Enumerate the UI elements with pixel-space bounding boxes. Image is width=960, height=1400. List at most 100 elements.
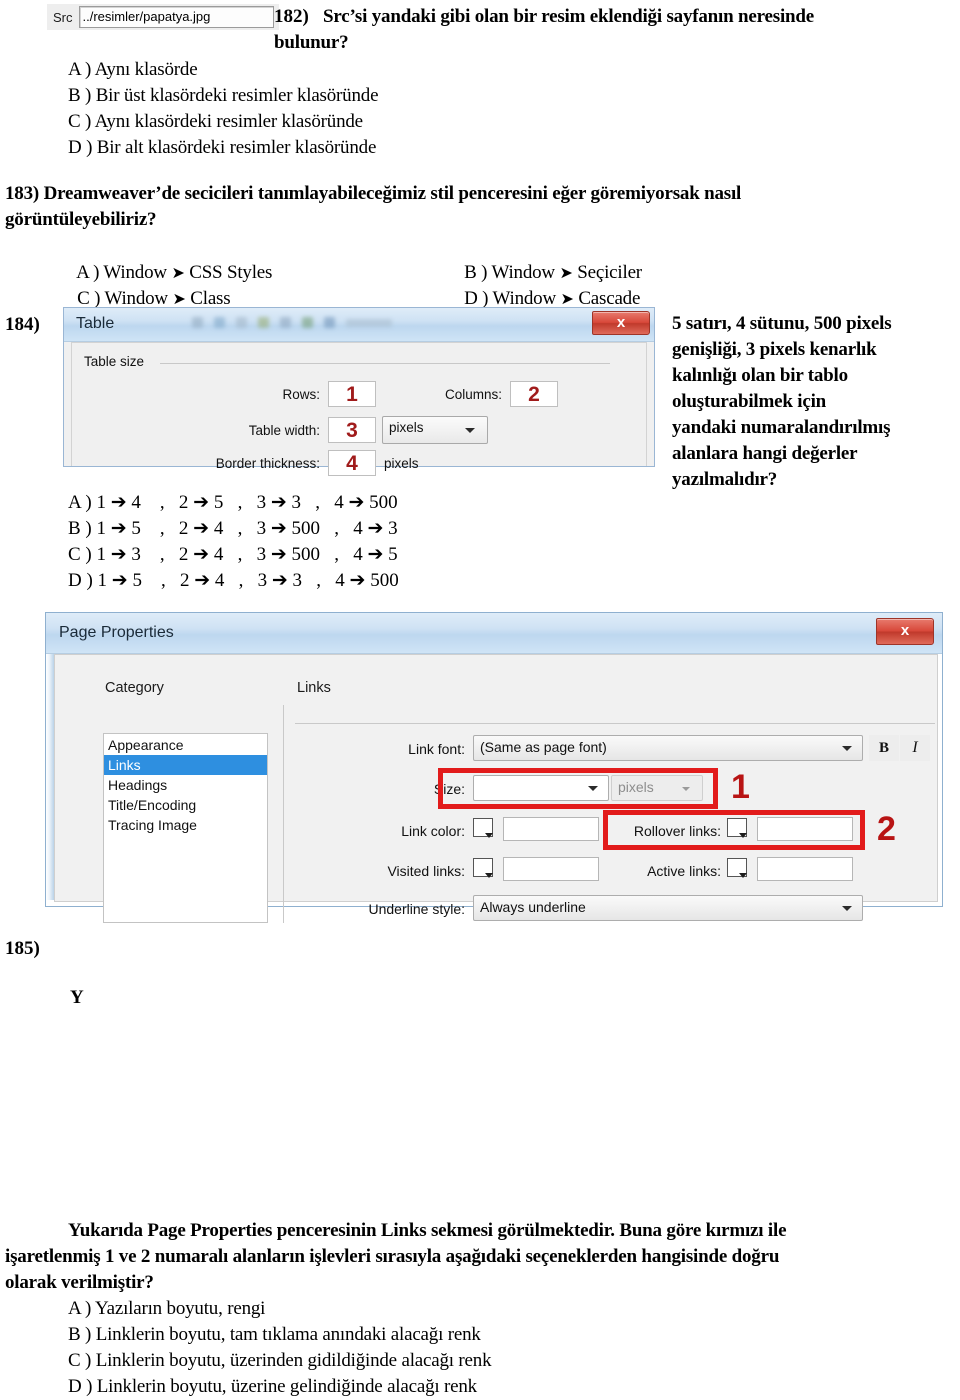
category-item-headings[interactable]: Headings [104, 775, 267, 795]
chevron-down-icon [485, 833, 493, 838]
q184-side-line-4: oluşturabilmek için [672, 391, 827, 412]
q182-option-d[interactable]: D ) Bir alt klasördeki resimler klasörün… [68, 135, 376, 161]
chevron-down-icon [485, 873, 493, 878]
link-color-label: Link color: [401, 823, 465, 839]
category-item-appearance[interactable]: Appearance [104, 735, 267, 755]
highlight-box-2 [603, 810, 865, 850]
arrow-icon: ➤ [560, 289, 574, 308]
category-item-links[interactable]: Links [104, 755, 267, 775]
table-marker-1: 1 [346, 383, 358, 406]
q185-stem-line3: olarak verilmiştir? [5, 1272, 154, 1293]
q183-option-c[interactable]: C ) Window ➤ Class [68, 260, 231, 312]
q183-option-c-pre: C ) Window [77, 288, 173, 309]
table-marker-2: 2 [528, 383, 540, 406]
marker-label-1: 1 [731, 768, 750, 806]
q182-stem-line1: Src’si yandaki gibi olan bir resim eklen… [323, 6, 814, 27]
q185-option-b[interactable]: B ) Linklerin boyutu, tam tıklama anında… [68, 1322, 481, 1348]
q184-option-b[interactable]: B ) 1 ➔ 5 , 2 ➔ 4 , 3 ➔ 500 , 4 ➔ 3 [68, 516, 398, 542]
page-properties-title: Page Properties [59, 624, 174, 641]
q183-option-d[interactable]: D ) Window ➤ Cascade [455, 260, 640, 312]
table-width-label: Table width: [248, 423, 320, 438]
q184-number: 184) [5, 314, 40, 335]
link-color-swatch[interactable] [473, 818, 493, 838]
active-links-input[interactable] [757, 857, 853, 881]
src-property-inspector: Src ../resimler/papatya.jpg [47, 4, 279, 30]
q184-side-line-7: yazılmalıdır? [672, 469, 778, 490]
q185-option-c[interactable]: C ) Linklerin boyutu, üzerinden gidildiğ… [68, 1348, 492, 1374]
border-thickness-label: Border thickness: [215, 456, 320, 471]
page-properties-titlebar: Page Properties x [46, 613, 942, 654]
q185-number: 185) [5, 938, 40, 959]
q184-side-line-6: alanlara hangi değerler [672, 443, 858, 464]
q185-option-d[interactable]: D ) Linklerin boyutu, üzerine gelindiğin… [68, 1374, 477, 1400]
q183-option-d-post: Cascade [573, 288, 641, 309]
page-properties-close-button[interactable]: x [876, 618, 934, 645]
underline-style-label: Underline style: [368, 901, 466, 917]
dialog-left-gutter [46, 654, 54, 900]
q183-stem-line1: 183) Dreamweaver’de secicileri tanımlaya… [5, 183, 742, 204]
chevron-down-icon [739, 873, 747, 878]
table-size-group-label: Table size [84, 354, 151, 369]
q182-option-b[interactable]: B ) Bir üst klasördeki resimler klasörün… [68, 83, 379, 109]
src-label: Src [53, 9, 73, 25]
table-marker-3: 3 [346, 419, 358, 442]
table-width-unit-value: pixels [389, 420, 424, 435]
q183-stem-line2: görüntüleyebiliriz? [5, 209, 157, 230]
table-dialog-close-button[interactable]: x [592, 311, 650, 335]
category-heading: Category [105, 680, 164, 696]
q184-option-a[interactable]: A ) 1 ➔ 4 , 2 ➔ 5 , 3 ➔ 3 , 4 ➔ 500 [68, 490, 398, 516]
q185-stem-line2: işaretlenmiş 1 ve 2 numaralı alanların i… [5, 1246, 780, 1267]
link-font-value: (Same as page font) [480, 739, 607, 755]
category-item-title-encoding[interactable]: Title/Encoding [104, 795, 267, 815]
link-color-input[interactable] [503, 817, 599, 841]
active-links-swatch[interactable] [727, 858, 747, 878]
underline-style-select[interactable]: Always underline [473, 895, 863, 921]
q182-number: 182) [274, 6, 309, 27]
q184-side-line-3: kalınlığı olan bir tablo [672, 365, 848, 386]
q182-stem-line2: bulunur? [274, 32, 349, 53]
q184-option-d[interactable]: D ) 1 ➔ 5 , 2 ➔ 4 , 3 ➔ 3 , 4 ➔ 500 [68, 568, 399, 594]
table-dialog-titlebar: Table x [64, 308, 654, 342]
chevron-down-icon [842, 906, 852, 911]
chevron-down-icon [842, 746, 852, 751]
table-width-unit-select[interactable]: pixels [382, 416, 488, 444]
visited-links-swatch[interactable] [473, 858, 493, 878]
category-item-tracing-image[interactable]: Tracing Image [104, 815, 267, 835]
q182-option-a[interactable]: A ) Aynı klasörde [68, 57, 198, 83]
rows-label: Rows: [282, 387, 320, 402]
marker-label-2: 2 [877, 810, 896, 848]
q184-side-line-5: yandaki numaralandırılmış [672, 417, 891, 438]
q185-stem-line1: Yukarıda Page Properties penceresinin Li… [68, 1220, 787, 1241]
q184-side-text: 5 satırı, 4 sütunu, 500 pixels genişliği… [672, 311, 952, 493]
q182-option-c[interactable]: C ) Aynı klasördeki resimler klasöründe [68, 109, 363, 135]
blurred-toolbar-icons [192, 317, 392, 328]
link-font-select[interactable]: (Same as page font) [473, 735, 863, 761]
page-properties-body: Category Links Appearance Links Headings… [54, 654, 938, 923]
q184-option-c[interactable]: C ) 1 ➔ 3 , 2 ➔ 4 , 3 ➔ 500 , 4 ➔ 5 [68, 542, 398, 568]
page-properties-dialog: Page Properties x Category Links Appeara… [45, 612, 943, 923]
italic-button[interactable]: I [900, 735, 930, 761]
arrow-icon: ➤ [172, 289, 186, 308]
q184-side-line-2: genişliği, 3 pixels kenarlık [672, 339, 877, 360]
table-dialog: Table x Table size Rows: 1 Columns: 2 Ta… [63, 307, 655, 476]
visited-links-label: Visited links: [387, 863, 465, 879]
table-size-group-rule [160, 363, 610, 364]
panel-divider [283, 705, 284, 923]
active-links-label: Active links: [647, 863, 721, 879]
links-section-heading: Links [297, 680, 331, 696]
q185-letter-mark: Y [70, 987, 84, 1008]
highlight-box-1 [438, 768, 718, 809]
table-dialog-title: Table [76, 315, 115, 332]
category-list[interactable]: Appearance Links Headings Title/Encoding… [103, 733, 268, 923]
link-font-label: Link font: [408, 741, 465, 757]
links-section-rule [295, 723, 935, 724]
underline-style-value: Always underline [480, 899, 586, 915]
table-dialog-body: Table size Rows: 1 Columns: 2 Table widt… [71, 342, 647, 476]
src-input[interactable]: ../resimler/papatya.jpg [78, 6, 274, 28]
bold-button[interactable]: B [869, 735, 899, 761]
q183-option-d-pre: D ) Window [464, 288, 561, 309]
visited-links-input[interactable] [503, 857, 599, 881]
chevron-down-icon [465, 428, 475, 433]
q185-option-a[interactable]: A ) Yazıların boyutu, rengi [68, 1296, 265, 1322]
table-marker-4: 4 [346, 452, 358, 475]
